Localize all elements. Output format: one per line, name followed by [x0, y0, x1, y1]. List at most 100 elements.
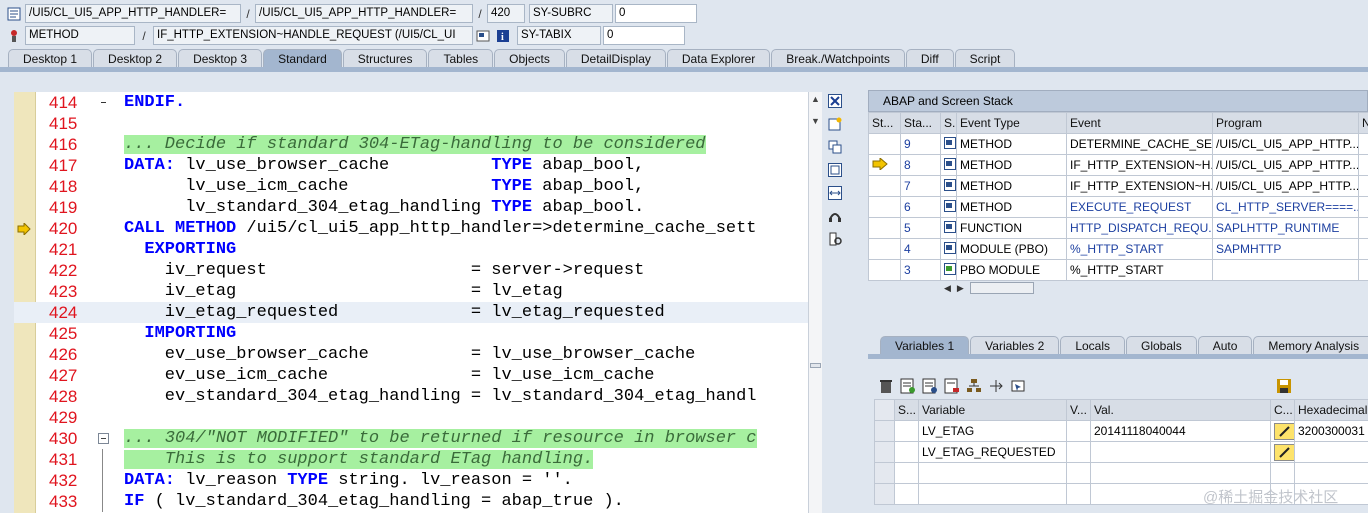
stack-row[interactable]: 5 FUNCTION HTTP_DISPATCH_REQU... SAPLHTTP_R… [868, 217, 1368, 239]
tab-variables-1[interactable]: Variables 1 [880, 336, 970, 355]
col-header-change[interactable]: C... [1270, 399, 1295, 421]
stack-row[interactable]: 8 METHOD IF_HTTP_EXTENSION~H.../UI5/CL_UI5… [868, 154, 1368, 176]
stack-level-cell[interactable]: 7 [900, 175, 941, 197]
tab-data-explorer[interactable]: Data Explorer [666, 49, 771, 68]
program-cell[interactable]: SAPLHTTP_RUNTIME [1212, 217, 1359, 239]
tab-standard[interactable]: Standard [263, 49, 342, 68]
code-line[interactable]: 421 EXPORTING [14, 239, 808, 260]
select-icon[interactable] [1010, 378, 1026, 394]
stack-horizontal-scrollbar[interactable]: ◀ ▶ [944, 280, 1034, 296]
code-line[interactable]: 431 This is to support standard ETag han… [14, 449, 808, 470]
col-header-program[interactable]: Program [1212, 112, 1359, 134]
source-icon[interactable] [475, 28, 491, 44]
tab-detail-display[interactable]: DetailDisplay [565, 49, 666, 68]
maximize-tool-icon[interactable] [826, 161, 844, 179]
variable-name-input[interactable] [918, 483, 1067, 505]
code-line[interactable]: 433 IF ( lv_standard_304_etag_handling = … [14, 491, 808, 512]
variable-value-cell[interactable] [1090, 462, 1271, 484]
col-header-variable[interactable]: Variable [918, 399, 1067, 421]
stack-level-cell[interactable]: 5 [900, 217, 941, 239]
fold-toggle-icon[interactable] [98, 433, 109, 444]
stack-row[interactable]: 3 PBO MODULE %_HTTP_START [868, 259, 1368, 281]
event-cell[interactable]: %_HTTP_START [1066, 259, 1213, 281]
variable-row[interactable] [874, 462, 1368, 484]
event-type-cell[interactable]: METHOD [956, 133, 1067, 155]
row-selector[interactable] [874, 483, 895, 505]
program-cell[interactable]: /UI5/CL_UI5_APP_HTTP... [1212, 154, 1359, 176]
code-line[interactable]: 417 DATA: lv_use_browser_cache TYPE abap_… [14, 155, 808, 176]
save-icon[interactable] [1276, 378, 1292, 394]
main-program-field[interactable]: /UI5/CL_UI5_APP_HTTP_HANDLER= [25, 4, 241, 23]
code-line[interactable]: 416 ... Decide if standard 304-ETag-handl… [14, 134, 808, 155]
program-cell[interactable]: SAPMHTTP [1212, 238, 1359, 260]
append-icon[interactable] [922, 378, 938, 394]
scroll-down-arrow-icon[interactable]: ▼ [811, 116, 820, 126]
scroll-right-arrow-icon[interactable]: ▶ [957, 283, 964, 294]
scroll-left-arrow-icon[interactable]: ◀ [944, 283, 951, 294]
source-code-editor[interactable]: 414 ENDIF. 415 416 ... Decide if standard 30… [14, 92, 810, 513]
services-tool-icon[interactable] [826, 207, 844, 225]
program-cell[interactable]: CL_HTTP_SERVER====... [1212, 196, 1359, 218]
code-line[interactable]: 419 lv_standard_304_etag_handling TYPE a… [14, 197, 808, 218]
stack-row[interactable]: 9 METHOD DETERMINE_CACHE_SET.../UI5/CL_UI5… [868, 133, 1368, 155]
change-cell[interactable] [1270, 420, 1295, 442]
event-cell[interactable]: HTTP_DISPATCH_REQU... [1066, 217, 1213, 239]
info-icon[interactable]: i [495, 28, 511, 44]
scroll-thumb[interactable] [969, 282, 1034, 294]
close-tool-icon[interactable] [826, 92, 844, 110]
program-cell[interactable]: /UI5/CL_UI5_APP_HTTP... [1212, 175, 1359, 197]
col-header-event[interactable]: Event [1066, 112, 1213, 134]
event-cell[interactable]: IF_HTTP_EXTENSION~H... [1066, 175, 1213, 197]
row-selector[interactable] [874, 462, 895, 484]
col-header-event-type[interactable]: Event Type [956, 112, 1067, 134]
delete-icon[interactable] [878, 378, 894, 394]
event-cell[interactable]: IF_HTTP_EXTENSION~H... [1066, 154, 1213, 176]
edit-pencil-icon[interactable] [1274, 422, 1294, 440]
sysvar2-value-field[interactable]: 0 [603, 26, 685, 45]
variable-value-cell[interactable]: 20141118040044 [1090, 420, 1271, 442]
stack-row[interactable]: 6 METHOD EXECUTE_REQUEST CL_HTTP_SERVER====… [868, 196, 1368, 218]
code-line[interactable]: 422 iv_request = server->request [14, 260, 808, 281]
stack-level-cell[interactable]: 4 [900, 238, 941, 260]
col-header-status[interactable]: S... [894, 399, 919, 421]
stack-row[interactable]: 7 METHOD IF_HTTP_EXTENSION~H.../UI5/CL_UI5… [868, 175, 1368, 197]
stack-row[interactable]: 4 MODULE (PBO) %_HTTP_START SAPMHTTP [868, 238, 1368, 260]
sysvar1-name-field[interactable]: SY-SUBRC [529, 4, 613, 23]
code-line[interactable]: 420 CALL METHOD /ui5/cl_ui5_app_http_hand… [14, 218, 808, 239]
event-type-cell[interactable]: METHOD [956, 196, 1067, 218]
sysvar1-value-field[interactable]: 0 [615, 4, 697, 23]
variable-value-cell[interactable] [1090, 441, 1271, 463]
tab-desktop-1[interactable]: Desktop 1 [8, 49, 93, 68]
code-line[interactable]: 427 ev_use_icm_cache = lv_use_icm_cache [14, 365, 808, 386]
sysvar2-name-field[interactable]: SY-TABIX [517, 26, 601, 45]
col-header-stack[interactable]: St... [868, 112, 901, 134]
code-line[interactable]: 428 ev_standard_304_etag_handling = lv_s… [14, 386, 808, 407]
variable-row[interactable]: LV_ETAG_REQUESTED [874, 441, 1368, 463]
variable-name-input[interactable]: LV_ETAG [918, 420, 1067, 442]
code-line[interactable]: 414 ENDIF. [14, 92, 808, 113]
arrows-icon[interactable] [988, 378, 1004, 394]
code-line[interactable]: 424 iv_etag_requested = lv_etag_requeste… [14, 302, 808, 323]
tab-script[interactable]: Script [954, 49, 1016, 68]
row-selector-header[interactable] [874, 399, 895, 421]
tab-variables-2[interactable]: Variables 2 [970, 336, 1060, 355]
row-selector[interactable] [874, 441, 895, 463]
stack-level-cell[interactable]: 6 [900, 196, 941, 218]
stack-level-cell[interactable]: 3 [900, 259, 941, 281]
code-line[interactable]: 425 IMPORTING [14, 323, 808, 344]
tab-tables[interactable]: Tables [428, 49, 494, 68]
edit-pencil-icon[interactable] [1274, 443, 1294, 461]
insert-icon[interactable] [900, 378, 916, 394]
code-line[interactable]: 429 [14, 407, 808, 428]
program-cell[interactable]: /UI5/CL_UI5_APP_HTTP... [1212, 133, 1359, 155]
line-number-field[interactable]: 420 [487, 4, 525, 23]
event-type-cell[interactable]: FUNCTION [956, 217, 1067, 239]
stack-level-cell[interactable]: 9 [900, 133, 941, 155]
tab-objects[interactable]: Objects [494, 49, 565, 68]
tab-desktop-3[interactable]: Desktop 3 [178, 49, 263, 68]
include-field[interactable]: /UI5/CL_UI5_APP_HTTP_HANDLER= [255, 4, 473, 23]
copy-tool-icon[interactable] [826, 138, 844, 156]
code-line[interactable]: 423 iv_etag = lv_etag [14, 281, 808, 302]
tab-desktop-2[interactable]: Desktop 2 [93, 49, 178, 68]
event-type-cell[interactable]: PBO MODULE [956, 259, 1067, 281]
